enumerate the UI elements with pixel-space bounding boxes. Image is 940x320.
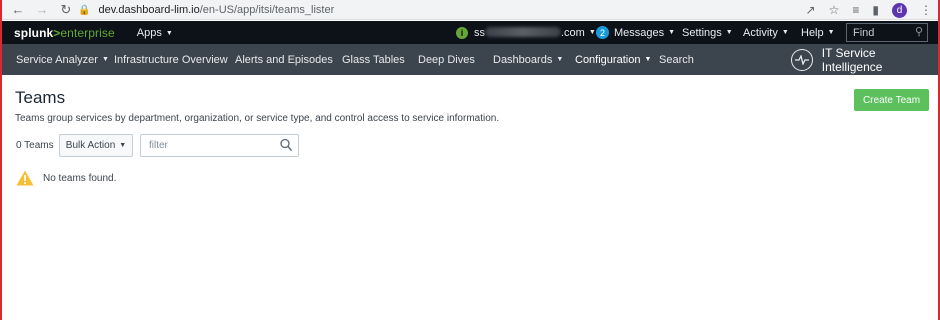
- nav-label: Alerts and Episodes: [235, 53, 333, 66]
- lock-icon: 🔒: [78, 4, 91, 16]
- nav-search[interactable]: Search: [659, 44, 694, 75]
- reading-list-icon[interactable]: ≡: [852, 3, 859, 17]
- nav-service-analyzer[interactable]: Service Analyzer ▼: [16, 44, 109, 75]
- user-menu[interactable]: i ss .com ▼: [456, 21, 596, 44]
- caret-down-icon: ▼: [556, 56, 564, 63]
- caret-down-icon: ▼: [101, 56, 109, 63]
- address-bar[interactable]: 🔒 dev.dashboard-lim.io /en-US/app/itsi/t…: [72, 1, 832, 19]
- user-suffix: .com: [561, 26, 585, 39]
- search-icon: ⚲: [914, 26, 923, 38]
- browser-toolbar: ← → ↻ 🔒 dev.dashboard-lim.io /en-US/app/…: [2, 0, 938, 20]
- health-status-icon: i: [456, 26, 468, 39]
- nav-infrastructure-overview[interactable]: Infrastructure Overview: [114, 44, 228, 75]
- user-prefix: ss: [474, 26, 485, 39]
- redacted-block: [485, 26, 561, 37]
- splunk-logo[interactable]: splunk>enterprise: [14, 26, 115, 40]
- activity-menu[interactable]: Activity ▼: [743, 21, 789, 44]
- caret-down-icon: ▼: [827, 29, 835, 36]
- brand-product: enterprise: [60, 25, 115, 40]
- page-title: Teams: [15, 88, 66, 107]
- caret-down-icon: ▼: [588, 29, 596, 36]
- app-nav-bar: Service Analyzer ▼ Infrastructure Overvie…: [2, 44, 938, 75]
- caret-down-icon: ▼: [119, 142, 127, 149]
- apps-label: Apps: [136, 26, 162, 39]
- user-name: ss .com: [474, 26, 585, 39]
- app-title-label: IT Service Intelligence: [821, 45, 883, 74]
- url-host: dev.dashboard-lim.io: [98, 4, 200, 16]
- nav-glass-tables[interactable]: Glass Tables: [342, 44, 405, 75]
- empty-state: No teams found.: [16, 170, 116, 186]
- bookmark-star-icon[interactable]: ☆: [829, 3, 840, 17]
- help-menu[interactable]: Help ▼: [801, 21, 835, 44]
- activity-label: Activity: [743, 26, 778, 39]
- brand-splunk: splunk: [14, 25, 54, 40]
- teams-count: 0 Teams: [16, 140, 54, 151]
- apps-menu[interactable]: Apps ▼: [137, 27, 173, 39]
- page-description: Teams group services by department, orga…: [15, 113, 500, 124]
- profile-avatar[interactable]: d: [892, 2, 907, 18]
- itsi-pulse-icon: [791, 48, 813, 71]
- filter-placeholder: filter: [149, 140, 168, 151]
- nav-label: Configuration: [575, 53, 641, 66]
- nav-label: Infrastructure Overview: [114, 53, 228, 66]
- bulk-action-label: Bulk Action: [65, 140, 116, 151]
- settings-menu[interactable]: Settings ▼: [682, 21, 733, 44]
- messages-count-badge: 2: [596, 26, 609, 39]
- itsi-app-title[interactable]: IT Service Intelligence: [791, 44, 938, 75]
- nav-dashboards[interactable]: Dashboards ▼: [493, 44, 563, 75]
- forward-icon[interactable]: →: [30, 0, 54, 20]
- share-icon[interactable]: ↗: [806, 3, 816, 17]
- caret-down-icon: ▼: [165, 29, 173, 37]
- caret-down-icon: ▼: [668, 29, 676, 36]
- side-panel-icon[interactable]: ▮: [872, 3, 879, 17]
- nav-label: Deep Dives: [418, 53, 475, 66]
- bulk-action-button[interactable]: Bulk Action ▼: [59, 134, 133, 157]
- nav-label: Dashboards: [493, 53, 553, 66]
- caret-down-icon: ▼: [781, 29, 789, 36]
- nav-label: Glass Tables: [342, 53, 405, 66]
- filter-input[interactable]: filter: [140, 134, 299, 157]
- messages-menu[interactable]: 2 Messages ▼: [596, 21, 675, 44]
- back-icon[interactable]: ←: [6, 0, 30, 20]
- splunk-app-bar: splunk>enterprise Apps ▼ i ss .com ▼ 2 Mes…: [2, 21, 938, 44]
- browser-menu-icon[interactable]: ⋮: [920, 3, 932, 17]
- help-label: Help: [801, 26, 824, 39]
- nav-label: Search: [659, 53, 694, 66]
- nav-configuration[interactable]: Configuration ▼: [575, 44, 651, 75]
- caret-down-icon: ▼: [644, 56, 652, 63]
- find-input[interactable]: Find ⚲: [846, 23, 928, 42]
- find-placeholder: Find: [853, 26, 875, 39]
- nav-alerts-and-episodes[interactable]: Alerts and Episodes: [235, 44, 333, 75]
- browser-actions: ↗ ☆ ≡ ▮ d ⋮: [806, 0, 932, 20]
- create-team-button[interactable]: Create Team: [854, 89, 929, 111]
- empty-message: No teams found.: [43, 172, 117, 184]
- warning-icon: [16, 170, 34, 186]
- caret-down-icon: ▼: [725, 29, 733, 36]
- nav-deep-dives[interactable]: Deep Dives: [418, 44, 475, 75]
- search-icon: [280, 138, 292, 151]
- messages-label: Messages: [614, 26, 665, 39]
- nav-label: Service Analyzer: [16, 53, 98, 66]
- settings-label: Settings: [682, 26, 722, 39]
- url-path: /en-US/app/itsi/teams_lister: [199, 4, 335, 16]
